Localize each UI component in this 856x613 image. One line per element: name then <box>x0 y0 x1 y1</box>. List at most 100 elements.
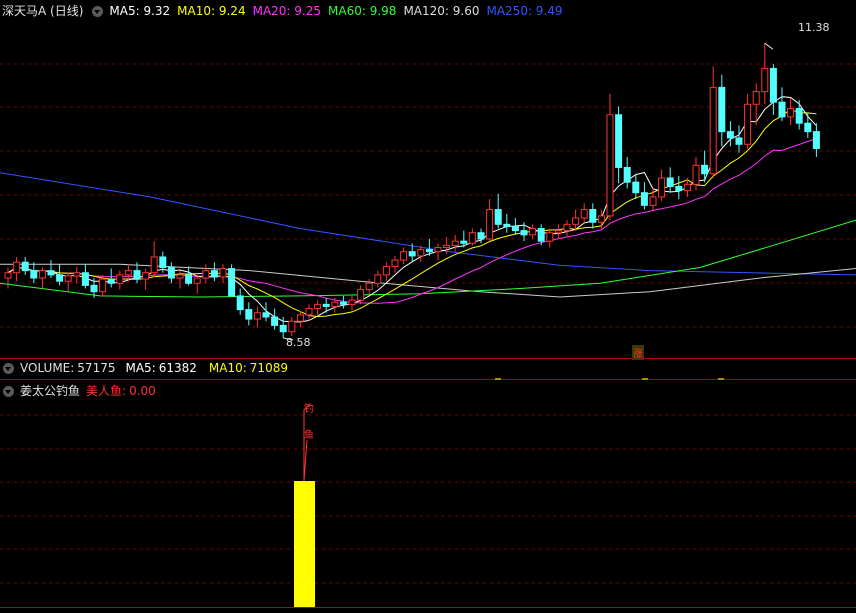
candle-body <box>529 228 537 236</box>
candle-body <box>150 256 158 274</box>
candle-body <box>477 232 485 240</box>
candle-body <box>21 261 29 272</box>
candle-body <box>408 251 416 257</box>
candle-body <box>640 192 648 206</box>
candle-body <box>615 114 623 168</box>
candle-body <box>520 230 528 236</box>
signal-bar <box>294 481 315 607</box>
candle-body <box>279 324 287 333</box>
candle-body <box>434 246 442 253</box>
candle-body <box>236 295 244 311</box>
signal-char-2: 鱼 <box>304 430 314 441</box>
candle-body <box>81 272 89 286</box>
candle-body <box>726 131 734 139</box>
candle-body <box>116 274 124 284</box>
high-price-label: 11.38 <box>798 21 830 34</box>
kline-chart[interactable] <box>0 0 856 613</box>
candle-body <box>305 308 313 316</box>
candle-body <box>649 196 657 206</box>
candle-body <box>451 240 459 246</box>
candle-body <box>632 181 640 194</box>
candle-body <box>537 228 545 242</box>
candle-body <box>580 209 588 219</box>
candle-body <box>597 215 605 223</box>
candle-body <box>185 274 193 284</box>
limit-up-marker: 涨 <box>632 345 644 360</box>
candle-body <box>107 278 115 284</box>
candle-body <box>245 309 253 320</box>
candle-body <box>339 301 347 305</box>
candle-body <box>253 312 261 320</box>
high-pointer <box>764 42 774 50</box>
candle-body <box>744 103 752 145</box>
candle-body <box>262 312 270 318</box>
candle-body <box>623 166 631 183</box>
candle-body <box>56 274 64 282</box>
candle-body <box>701 164 709 175</box>
candle-body <box>357 289 365 301</box>
candle-body <box>124 270 132 276</box>
candle-body <box>64 275 72 282</box>
candle-body <box>382 265 390 276</box>
candle-body <box>348 299 356 305</box>
candle-body <box>683 183 691 192</box>
ma5-line <box>7 96 817 323</box>
candle-body <box>219 268 227 278</box>
candle-body <box>606 114 614 217</box>
candle-body <box>331 301 339 307</box>
candle-body <box>365 282 373 291</box>
candle-body <box>288 320 296 333</box>
candle-body <box>769 67 777 103</box>
candle-body <box>554 230 562 234</box>
candle-body <box>374 274 382 284</box>
candle-body <box>202 270 210 279</box>
candle-body <box>692 164 700 185</box>
candle-body <box>271 316 279 326</box>
candle-body <box>563 223 571 232</box>
low-price-label: 8.58 <box>286 336 311 349</box>
volume-bar <box>495 378 501 380</box>
candle-body <box>90 284 98 293</box>
candle-body <box>589 209 597 223</box>
candle-body <box>812 131 820 149</box>
candle-body <box>658 177 666 198</box>
candle-body <box>296 314 304 322</box>
candle-body <box>778 101 786 118</box>
candle-body <box>322 303 330 307</box>
candle-body <box>38 270 46 279</box>
candle-body <box>228 268 236 297</box>
candle-body <box>494 209 502 225</box>
candle-body <box>73 272 81 277</box>
candle-body <box>159 256 167 268</box>
candle-body <box>400 251 408 261</box>
candle-body <box>795 107 803 124</box>
signal-line <box>303 403 311 482</box>
candle-body <box>486 209 494 240</box>
candle-body <box>735 137 743 145</box>
candle-body <box>176 274 184 279</box>
candle-body <box>503 223 511 227</box>
candle-body <box>752 91 760 105</box>
candle-body <box>468 232 476 244</box>
candle-body <box>133 270 141 280</box>
candle-body <box>210 270 218 278</box>
candle-body <box>47 270 55 276</box>
candle-body <box>99 278 107 293</box>
candle-body <box>417 249 425 257</box>
candle-body <box>193 277 201 284</box>
candle-body <box>572 217 580 225</box>
candle-body <box>4 272 12 279</box>
candle-body <box>666 177 674 187</box>
volume-bar <box>642 378 648 380</box>
candle-body <box>460 240 468 244</box>
ma60-line <box>0 219 856 298</box>
candle-body <box>675 185 683 192</box>
signal-char-1: 钓 <box>304 404 314 415</box>
candle-body <box>443 244 451 248</box>
candle-body <box>718 86 726 133</box>
candle-body <box>30 270 38 279</box>
candle-body <box>787 107 795 118</box>
candle-body <box>13 261 21 274</box>
candle-body <box>391 259 399 267</box>
candle-body <box>546 232 554 242</box>
